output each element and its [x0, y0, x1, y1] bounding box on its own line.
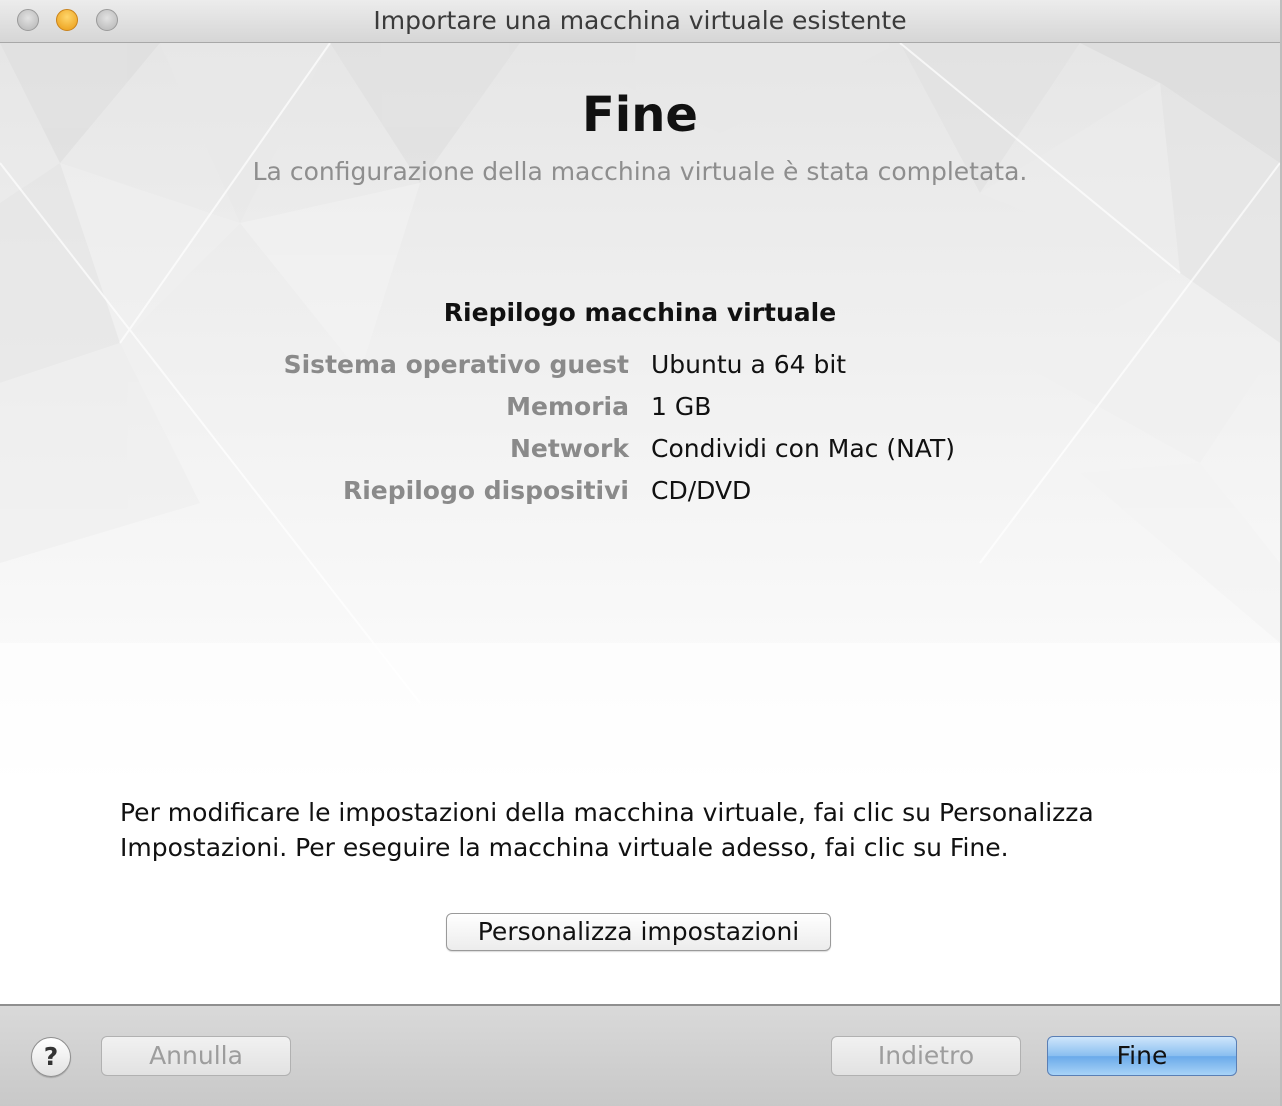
page-subtitle: La configurazione della macchina virtual… — [252, 157, 1028, 186]
summary-title: Riepilogo macchina virtuale — [443, 298, 837, 327]
summary-value: Condividi con Mac (NAT) — [651, 434, 955, 463]
import-vm-window: Importare una macchina virtuale esistent… — [0, 0, 1282, 1106]
summary-label: Memoria — [506, 392, 629, 421]
footer-bar: ? Annulla Indietro Fine — [0, 1004, 1280, 1106]
cancel-button[interactable]: Annulla — [101, 1036, 291, 1076]
content-area: Fine La configurazione della macchina vi… — [0, 43, 1280, 1004]
back-button[interactable]: Indietro — [831, 1036, 1021, 1076]
summary-row-devices: Riepilogo dispositivi CD/DVD — [0, 476, 1280, 510]
summary-label: Sistema operativo guest — [283, 350, 629, 379]
info-line: Per modificare le impostazioni della mac… — [120, 798, 1094, 827]
help-icon[interactable]: ? — [31, 1037, 71, 1077]
window-title: Importare una macchina virtuale esistent… — [373, 6, 907, 35]
page-title: Fine — [582, 87, 698, 143]
summary-value: Ubuntu a 64 bit — [651, 350, 847, 379]
summary-label: Network — [509, 434, 629, 463]
summary-row-memory: Memoria 1 GB — [0, 392, 1280, 426]
summary-value: 1 GB — [651, 392, 712, 421]
info-line: Impostazioni. Per eseguire la macchina v… — [120, 833, 1009, 862]
info-text: Per modificare le impostazioni della mac… — [120, 795, 1160, 865]
customize-settings-button[interactable]: Personalizza impostazioni — [446, 913, 831, 951]
finish-button[interactable]: Fine — [1047, 1036, 1237, 1076]
summary-value: CD/DVD — [651, 476, 752, 505]
summary-row-network: Network Condividi con Mac (NAT) — [0, 434, 1280, 468]
summary-row-guest-os: Sistema operativo guest Ubuntu a 64 bit — [0, 350, 1280, 384]
title-bar: Importare una macchina virtuale esistent… — [0, 0, 1280, 43]
summary-label: Riepilogo dispositivi — [342, 476, 629, 505]
